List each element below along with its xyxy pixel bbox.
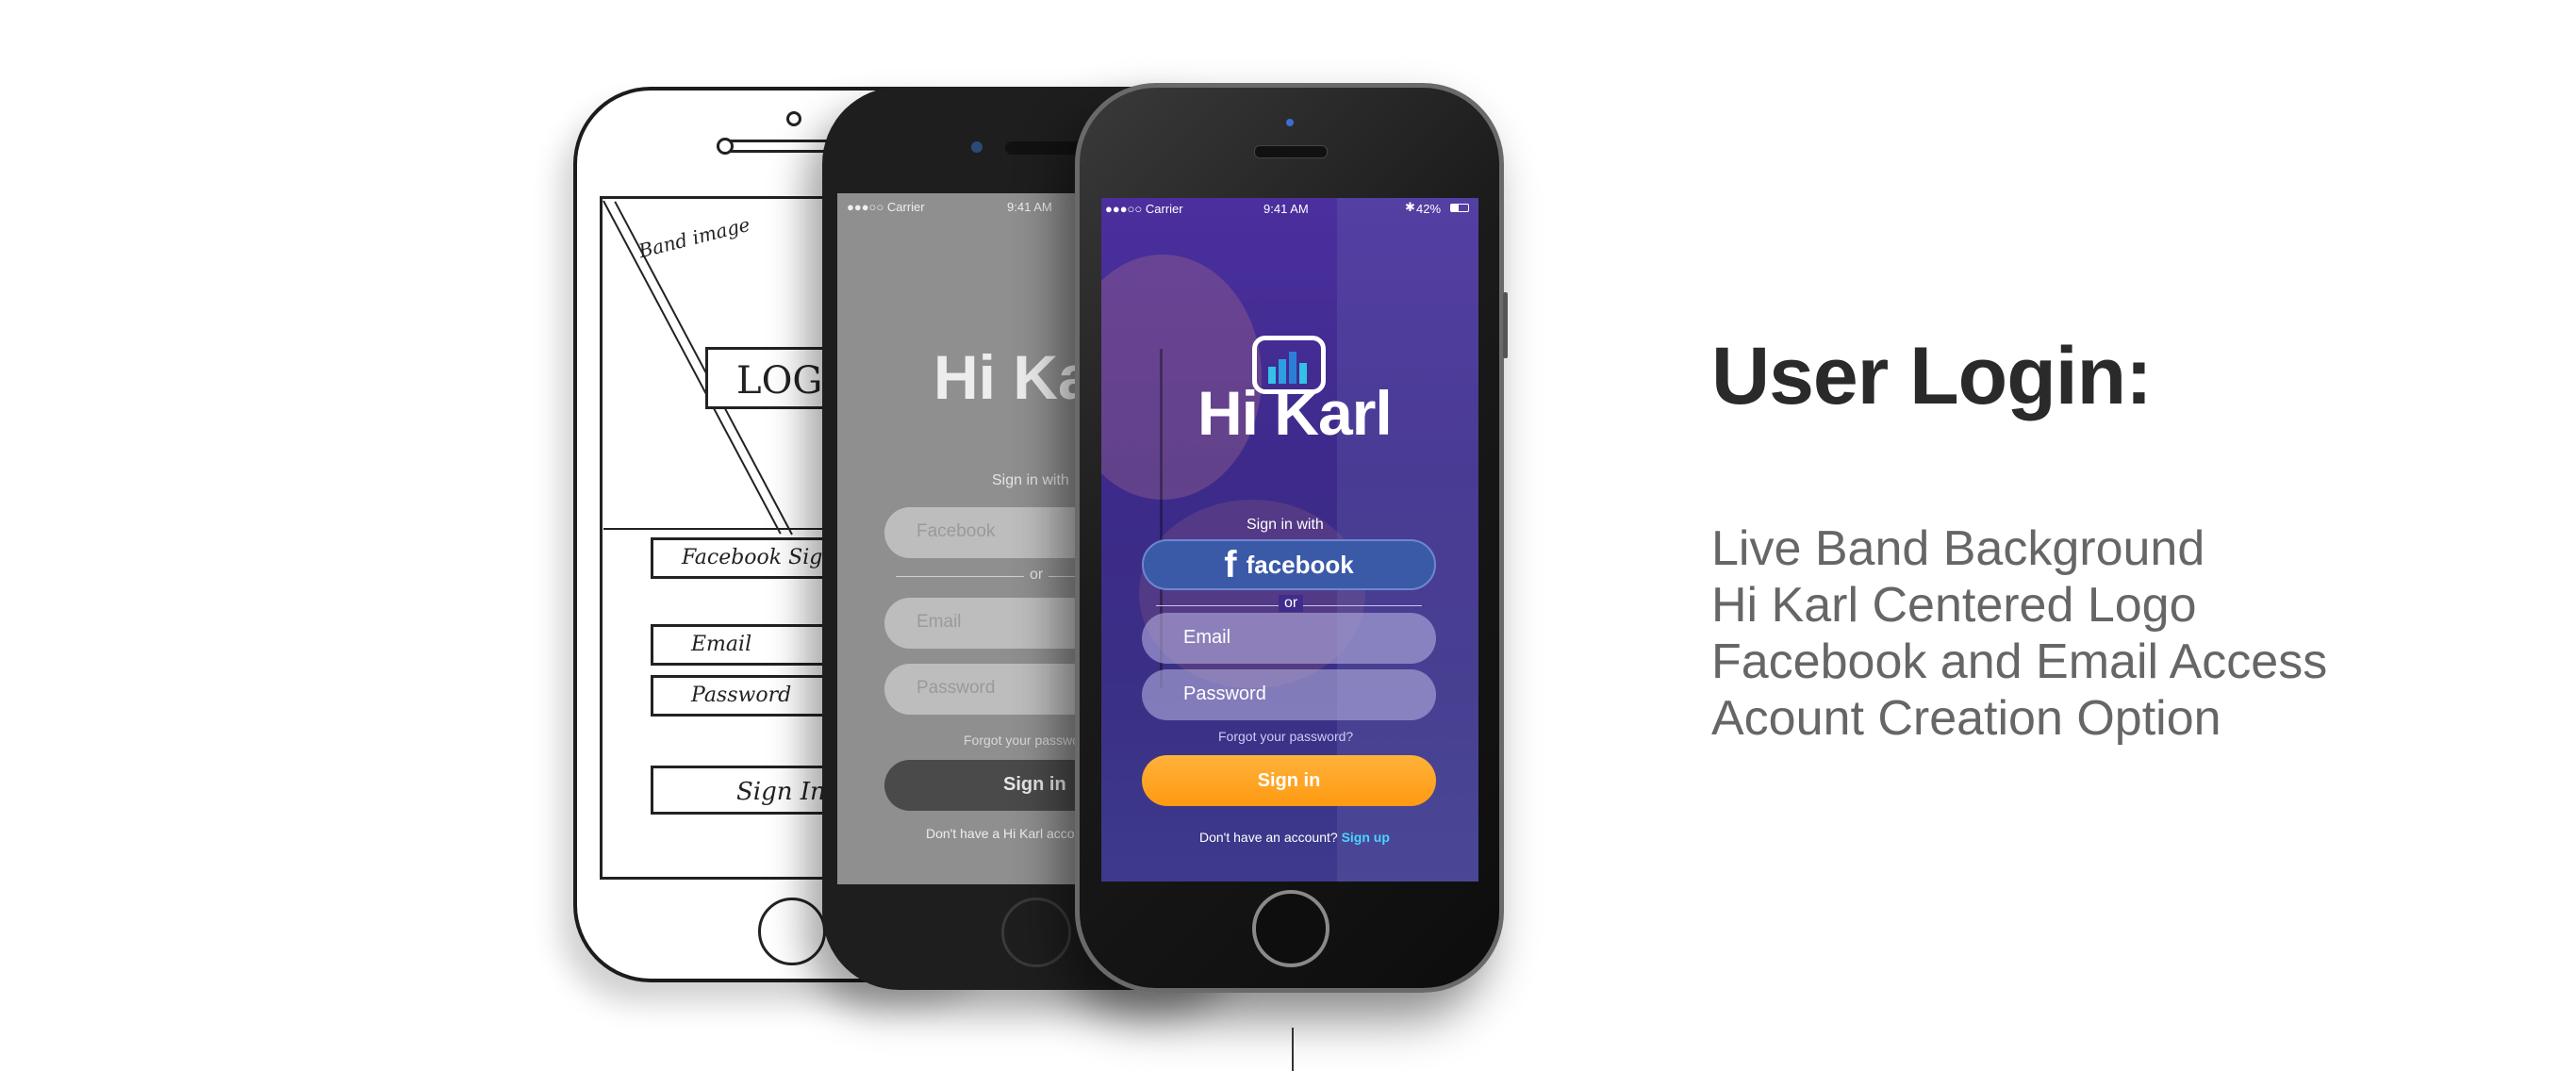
- sign-up-link[interactable]: Sign up: [1342, 830, 1390, 845]
- app-logo-text: Hi Karl: [1197, 378, 1393, 448]
- facebook-button-label: facebook: [1246, 550, 1354, 579]
- facebook-login-button[interactable]: f facebook: [1142, 539, 1436, 590]
- grey-home-button: [1001, 898, 1071, 967]
- grey-camera: [971, 141, 983, 153]
- feature-item: Hi Karl Centered Logo: [1711, 578, 2197, 633]
- signup-row: Don't have an account? Sign up: [1199, 830, 1390, 845]
- email-input[interactable]: Email: [1142, 613, 1436, 664]
- front-speaker: [1254, 145, 1328, 158]
- side-button: [1503, 292, 1508, 358]
- bottom-tick-line: [1292, 1028, 1294, 1071]
- sketch-email-label: Email: [691, 633, 752, 656]
- sign-in-label: Sign in: [1257, 769, 1321, 791]
- sketch-password-label: Password: [691, 684, 792, 707]
- sketch-home-button: [758, 898, 826, 965]
- app-battery-text: 42%: [1416, 202, 1442, 216]
- no-account-text: Don't have an account?: [1199, 830, 1338, 845]
- grey-time: 9:41 AM: [1007, 200, 1052, 214]
- feature-item: Facebook and Email Access: [1711, 634, 2328, 689]
- feature-item: Live Band Background: [1711, 521, 2205, 576]
- home-button: [1252, 890, 1329, 967]
- password-input[interactable]: Password: [1142, 669, 1436, 720]
- forgot-password-link[interactable]: Forgot your password?: [1218, 729, 1353, 744]
- sign-in-with-label: Sign in with: [1247, 517, 1324, 533]
- sketch-signin-label: Sign In: [736, 778, 826, 806]
- or-label: or: [1279, 595, 1304, 612]
- speaker-sketch: [717, 140, 839, 153]
- sign-in-button[interactable]: Sign in: [1142, 755, 1436, 806]
- camera-sketch: [717, 138, 734, 155]
- sketch-facebook-label: Facebook Sign: [682, 546, 836, 569]
- grey-or: or: [1024, 567, 1049, 584]
- feature-item: Acount Creation Option: [1711, 691, 2221, 746]
- bluetooth-icon: ✱: [1405, 200, 1415, 214]
- battery-icon: [1450, 204, 1469, 212]
- grey-sign-in-with: Sign in with: [992, 472, 1069, 488]
- front-camera: [1286, 119, 1294, 126]
- facebook-icon: f: [1224, 543, 1237, 585]
- grey-signin-label: Sign in: [1003, 774, 1066, 795]
- section-heading: User Login:: [1711, 331, 2153, 421]
- grey-carrier: ●●●○○ Carrier: [847, 200, 925, 214]
- sensor-sketch: [786, 111, 801, 126]
- app-time: 9:41 AM: [1263, 202, 1309, 216]
- app-carrier: ●●●○○ Carrier: [1105, 202, 1183, 216]
